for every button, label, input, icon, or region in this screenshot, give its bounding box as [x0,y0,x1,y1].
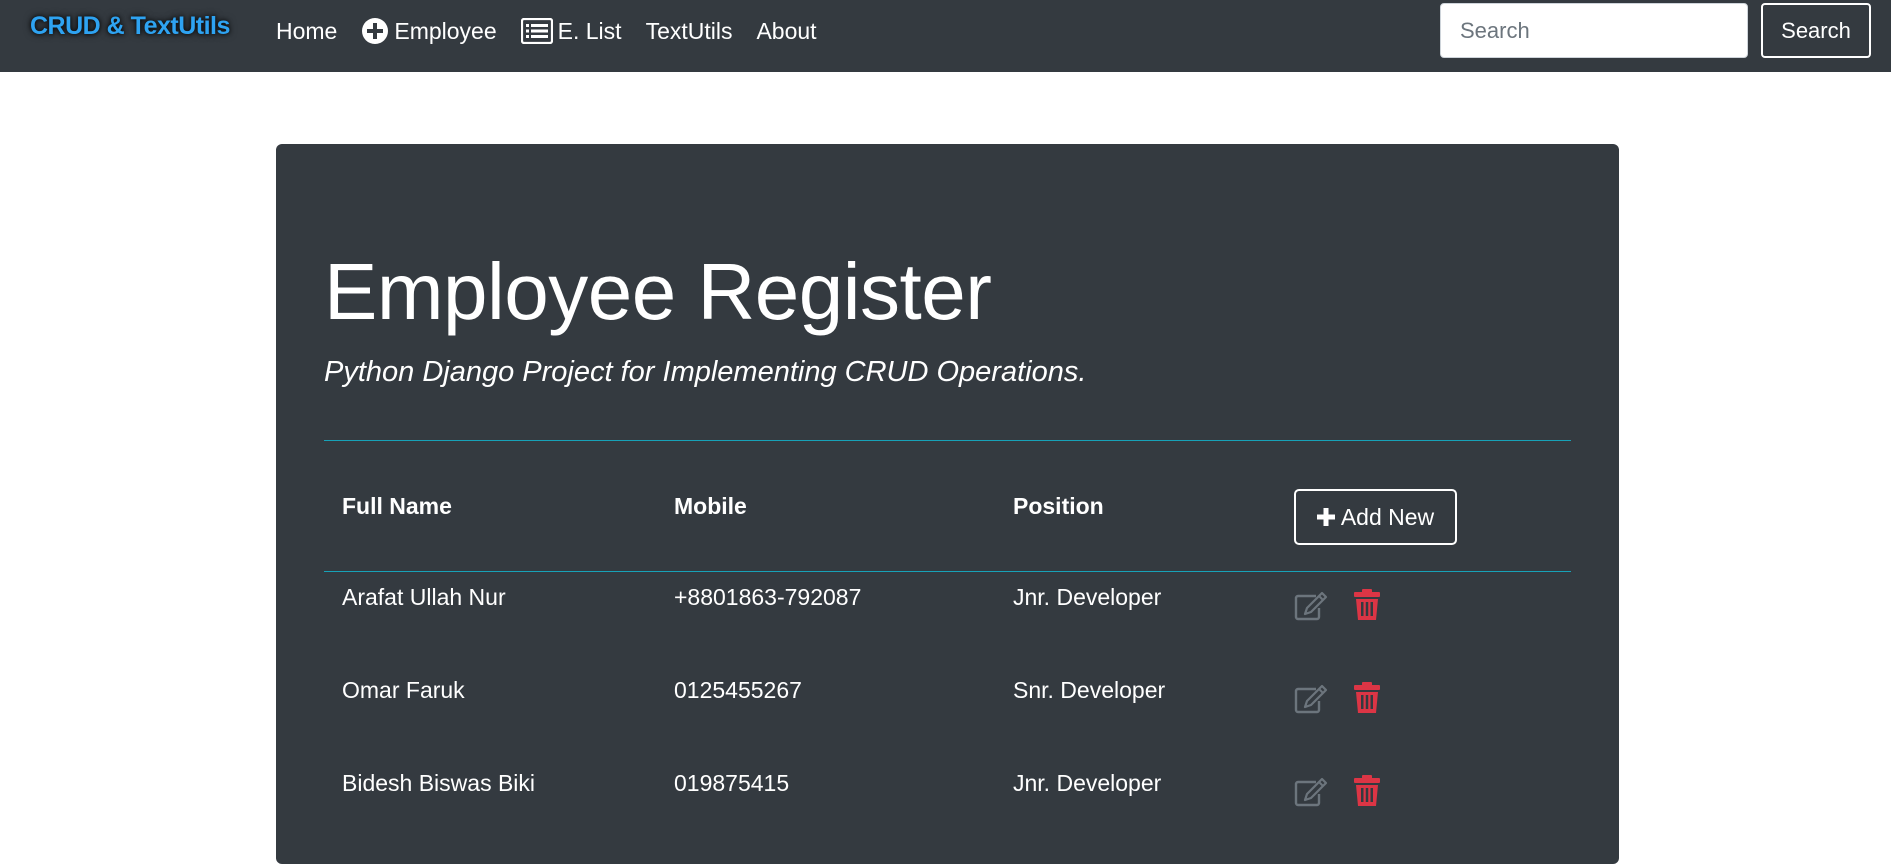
nav-employee-link[interactable]: Employee [361,17,497,45]
cell-full-name: Omar Faruk [342,677,465,703]
page-subtitle: Python Django Project for Implementing C… [324,356,1087,388]
nav-links: Home Employee E. List TextUtils About [276,0,841,62]
search-button[interactable]: Search [1761,3,1871,58]
header-mobile: Mobile [674,493,747,519]
cell-mobile: 0125455267 [674,677,802,703]
table-row: Bidesh Biswas Biki 019875415 Jnr. Develo… [276,750,1619,843]
page-title: Employee Register [324,247,992,336]
nav-about-link[interactable]: About [756,18,816,45]
add-new-label: Add New [1340,503,1435,530]
nav-home-link[interactable]: Home [276,18,337,45]
nav-employee-list-link[interactable]: E. List [520,17,622,45]
nav-employee-label: Employee [394,17,497,44]
divider [324,440,1571,441]
cell-mobile: 019875415 [674,770,790,796]
nav-textutils-label: TextUtils [645,17,733,44]
cell-position: Snr. Developer [1013,677,1166,703]
search-input[interactable] [1440,3,1748,58]
edit-icon[interactable] [1294,684,1328,714]
edit-icon[interactable] [1294,777,1328,807]
header-position: Position [1013,493,1104,519]
nav-home-label: Home [276,17,338,44]
edit-icon[interactable] [1294,591,1328,621]
add-new-button[interactable]: Add New [1294,489,1457,545]
plus-icon [1316,508,1335,526]
trash-icon[interactable] [1353,682,1381,714]
employee-register-card: Employee Register Python Django Project … [276,144,1619,864]
navbar: CRUD & TextUtils Home Employee E. List T… [0,0,1891,72]
cell-position: Jnr. Developer [1013,584,1162,610]
header-full-name: Full Name [342,493,452,519]
table-row: Omar Faruk 0125455267 Snr. Developer [276,657,1619,750]
cell-full-name: Arafat Ullah Nur [342,584,506,610]
cell-position: Jnr. Developer [1013,770,1162,796]
nav-textutils-link[interactable]: TextUtils [646,18,733,45]
nav-employee-list-label: E. List [557,17,622,44]
list-icon [520,18,553,44]
trash-icon[interactable] [1353,775,1381,807]
table-row: Arafat Ullah Nur +8801863-792087 Jnr. De… [276,564,1619,657]
nav-about-label: About [756,17,817,44]
cell-mobile: +8801863-792087 [674,584,862,610]
plus-circle-icon [361,17,389,45]
cell-full-name: Bidesh Biswas Biki [342,770,536,796]
trash-icon[interactable] [1353,589,1381,621]
brand-logo[interactable]: CRUD & TextUtils [30,12,230,41]
